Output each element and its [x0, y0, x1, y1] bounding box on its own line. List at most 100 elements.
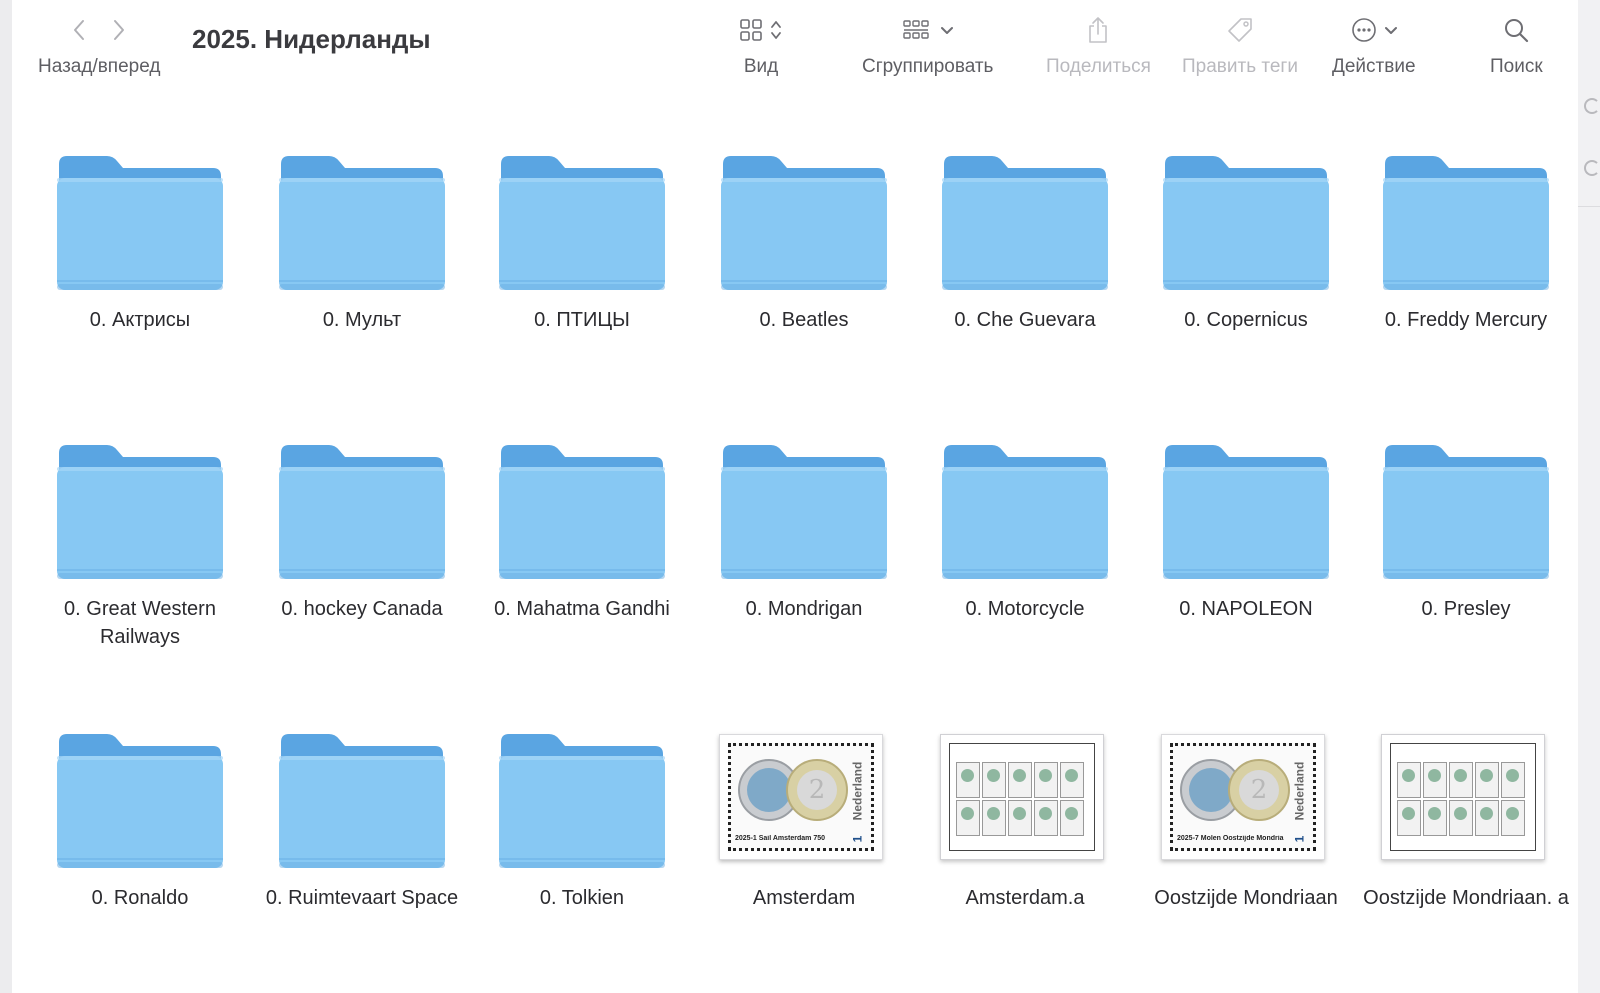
folder-icon: [499, 445, 665, 579]
action-label: Действие: [1332, 56, 1416, 77]
folder-item[interactable]: 0. Ronaldo: [35, 710, 245, 980]
folder-item[interactable]: 0. Mondrigan: [699, 421, 909, 691]
item-label: 0. Beatles: [759, 309, 849, 331]
item-thumbnail: 2 2025-1 Sail Amsterdam 750 Nederland 1: [699, 710, 909, 870]
search-label: Поиск: [1490, 56, 1543, 77]
folder-icon: [279, 156, 445, 290]
item-thumbnail: [257, 421, 467, 581]
stamp-sheet-thumbnail: [940, 734, 1104, 860]
item-thumbnail: [477, 710, 687, 870]
item-label: Oostzijde Mondriaan: [1154, 887, 1338, 909]
folder-item[interactable]: 0. Beatles: [699, 132, 909, 402]
folder-icon: [721, 445, 887, 579]
folder-item[interactable]: 0. Актрисы: [35, 132, 245, 402]
nav-group: Назад/вперед: [38, 14, 160, 78]
tag-icon: [1226, 16, 1254, 49]
item-thumbnail: [257, 710, 467, 870]
folder-item[interactable]: 0. Tolkien: [477, 710, 687, 980]
icon-grid-icon: [740, 18, 762, 46]
file-item[interactable]: 2 2025-1 Sail Amsterdam 750 Nederland 1 Amst…: [699, 710, 909, 980]
item-label: 0. Ruimtevaart Space: [265, 887, 459, 909]
folder-item[interactable]: 0. Motorcycle: [920, 421, 1130, 691]
item-thumbnail: [477, 132, 687, 292]
stamp-value: 1: [850, 835, 865, 843]
action-button[interactable]: Действие: [1332, 14, 1416, 78]
search-button[interactable]: Поиск: [1490, 14, 1543, 78]
edit-tags-button[interactable]: Править теги: [1182, 14, 1298, 78]
folder-item[interactable]: 0. Copernicus: [1141, 132, 1351, 402]
item-thumbnail: [920, 421, 1130, 581]
finder-window: Назад/вперед 2025. Нидерланды Вид Сгрупп…: [12, 0, 1579, 993]
file-item[interactable]: Oostzijde Mondriaan. a: [1361, 710, 1571, 980]
item-label: 0. Freddy Mercury: [1384, 309, 1548, 331]
file-item[interactable]: 2 2025-7 Molen Oostzijde Mondria Nederland…: [1141, 710, 1351, 980]
group-button[interactable]: Сгруппировать: [862, 14, 993, 78]
stamp-caption: 2025-1 Sail Amsterdam 750: [735, 835, 826, 842]
folder-icon: [499, 734, 665, 868]
item-label: 0. Great Western Railways: [64, 598, 216, 648]
stamp-caption: 2025-7 Molen Oostzijde Mondria: [1177, 835, 1284, 842]
folder-item[interactable]: 0. Ruimtevaart Space: [257, 710, 467, 980]
folder-icon: [721, 156, 887, 290]
folder-item[interactable]: 0. Great Western Railways: [35, 421, 245, 691]
item-thumbnail: [257, 132, 467, 292]
folder-icon: [57, 734, 223, 868]
item-thumbnail: [35, 132, 245, 292]
share-icon: [1087, 16, 1109, 49]
stamp-thumbnail: 2 2025-7 Molen Oostzijde Mondria Nederland…: [1161, 734, 1325, 860]
folder-item[interactable]: 0. Presley: [1361, 421, 1571, 691]
window-title: 2025. Нидерланды: [192, 24, 431, 54]
item-thumbnail: [1361, 421, 1571, 581]
folder-icon: [279, 445, 445, 579]
folder-item[interactable]: 0. Che Guevara: [920, 132, 1130, 402]
stamp-sheet-thumbnail: [1381, 734, 1545, 860]
item-label: 0. hockey Canada: [281, 598, 443, 620]
item-label: 0. Mahatma Gandhi: [494, 598, 670, 620]
item-label: 0. Актрисы: [89, 309, 191, 331]
item-label: 0. Tolkien: [539, 887, 625, 909]
nav-label: Назад/вперед: [38, 56, 161, 77]
stamp-country: Nederland: [1292, 761, 1307, 821]
item-label: Amsterdam: [752, 887, 856, 909]
more-icon: [1351, 17, 1377, 48]
stamp-country: Nederland: [850, 761, 865, 821]
item-label: 0. Mondrigan: [745, 598, 863, 620]
folder-icon: [1383, 445, 1549, 579]
item-thumbnail: [1361, 132, 1571, 292]
item-label: Oostzijde Mondriaan. a: [1363, 887, 1569, 909]
item-thumbnail: [35, 710, 245, 870]
item-label: 0. Мульт: [322, 309, 402, 331]
item-label: 0. Presley: [1421, 598, 1511, 620]
svg-text:2: 2: [809, 775, 826, 805]
folder-icon: [57, 156, 223, 290]
folder-item[interactable]: 0. NAPOLEON: [1141, 421, 1351, 691]
share-label: Поделиться: [1046, 56, 1151, 77]
folder-icon: [57, 445, 223, 579]
folder-icon: [1163, 156, 1329, 290]
edit-tags-label: Править теги: [1182, 56, 1298, 77]
svg-text:2: 2: [1251, 775, 1268, 805]
item-thumbnail: 2 2025-7 Molen Oostzijde Mondria Nederland…: [1141, 710, 1351, 870]
share-button[interactable]: Поделиться: [1046, 14, 1151, 78]
folder-item[interactable]: 0. ПТИЦЫ: [477, 132, 687, 402]
forward-icon[interactable]: [112, 18, 126, 47]
background-window-toolbar: [1578, 90, 1600, 207]
item-thumbnail: [1361, 710, 1571, 870]
item-label: 0. Copernicus: [1184, 309, 1308, 331]
view-label: Вид: [743, 56, 779, 77]
item-thumbnail: [35, 421, 245, 581]
stamp-thumbnail: 2 2025-1 Sail Amsterdam 750 Nederland 1: [719, 734, 883, 860]
folder-item[interactable]: 0. Мульт: [257, 132, 467, 402]
toolbar: Назад/вперед 2025. Нидерланды Вид Сгрупп…: [12, 0, 1578, 96]
item-thumbnail: [920, 710, 1130, 870]
view-button[interactable]: Вид: [740, 14, 782, 78]
item-label: 0. NAPOLEON: [1179, 598, 1313, 620]
folder-item[interactable]: 0. Freddy Mercury: [1361, 132, 1571, 402]
folder-item[interactable]: 0. Mahatma Gandhi: [477, 421, 687, 691]
folder-item[interactable]: 0. hockey Canada: [257, 421, 467, 691]
back-icon[interactable]: [72, 18, 86, 47]
folder-icon: [1163, 445, 1329, 579]
file-item[interactable]: Amsterdam.a: [920, 710, 1130, 980]
item-thumbnail: [699, 132, 909, 292]
chevron-down-icon: [940, 23, 953, 41]
